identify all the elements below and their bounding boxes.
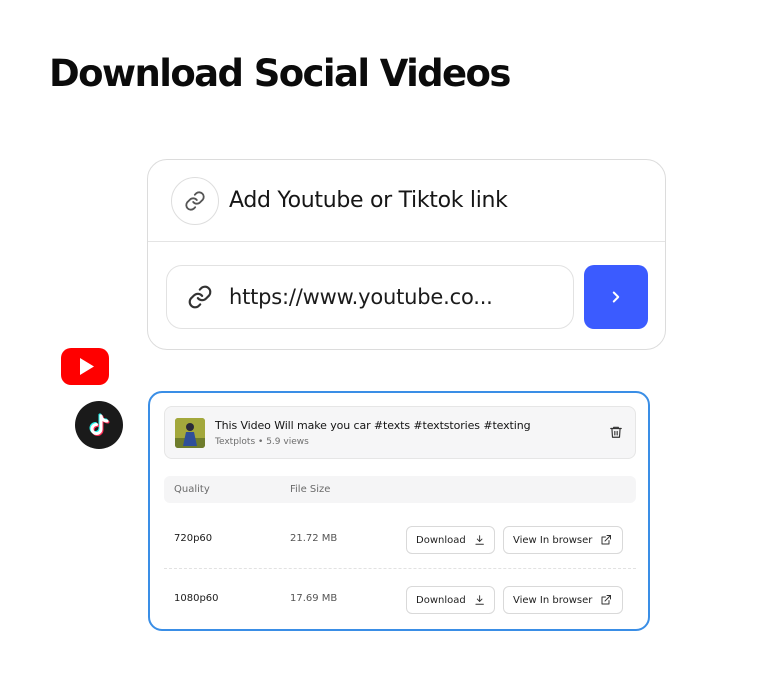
file-size-cell: 21.72 MB: [290, 533, 338, 544]
quality-cell: 720p60: [174, 533, 213, 544]
link-input-card: Add Youtube or Tiktok link https://www.y…: [147, 159, 666, 350]
table-header: Quality File Size: [164, 476, 636, 503]
file-size-cell: 17.69 MB: [290, 593, 338, 604]
link-card-header: Add Youtube or Tiktok link: [148, 160, 665, 242]
video-title: This Video Will make you car #texts #tex…: [215, 419, 531, 432]
link-card-title: Add Youtube or Tiktok link: [229, 188, 508, 213]
link-icon: [187, 284, 213, 310]
view-in-browser-label: View In browser: [513, 594, 593, 606]
tiktok-icon: [75, 401, 123, 449]
quality-cell: 1080p60: [174, 593, 219, 604]
column-header-quality: Quality: [174, 484, 210, 495]
url-input[interactable]: https://www.youtube.co...: [166, 265, 574, 329]
chevron-right-icon: [607, 288, 625, 306]
view-in-browser-button[interactable]: View In browser: [503, 526, 623, 554]
link-icon: [171, 176, 219, 225]
download-icon: [475, 595, 484, 605]
video-thumbnail: [175, 418, 205, 448]
url-input-value[interactable]: https://www.youtube.co...: [229, 285, 493, 309]
external-link-icon: [601, 595, 612, 605]
view-count: 5.9 views: [266, 437, 309, 447]
external-link-icon: [601, 535, 612, 545]
download-button[interactable]: Download: [406, 526, 495, 554]
view-in-browser-button[interactable]: View In browser: [503, 586, 623, 614]
channel-name: Textplots: [215, 437, 256, 447]
video-meta: Textplots • 5.9 views: [215, 437, 309, 447]
column-header-file-size: File Size: [290, 484, 331, 495]
download-button[interactable]: Download: [406, 586, 495, 614]
trash-icon[interactable]: [609, 425, 623, 439]
youtube-icon: [61, 348, 109, 385]
submit-button[interactable]: [584, 265, 648, 329]
view-in-browser-label: View In browser: [513, 534, 593, 546]
download-button-label: Download: [416, 534, 466, 546]
table-row: 720p60 21.72 MB Download View In browser: [164, 509, 636, 569]
table-row: 1080p60 17.69 MB Download View In browse…: [164, 569, 636, 629]
video-info-row: This Video Will make you car #texts #tex…: [164, 406, 636, 459]
result-card: This Video Will make you car #texts #tex…: [148, 391, 650, 631]
download-button-label: Download: [416, 594, 466, 606]
meta-separator: •: [258, 437, 267, 447]
download-icon: [475, 535, 484, 545]
page-title: Download Social Videos: [49, 52, 511, 95]
